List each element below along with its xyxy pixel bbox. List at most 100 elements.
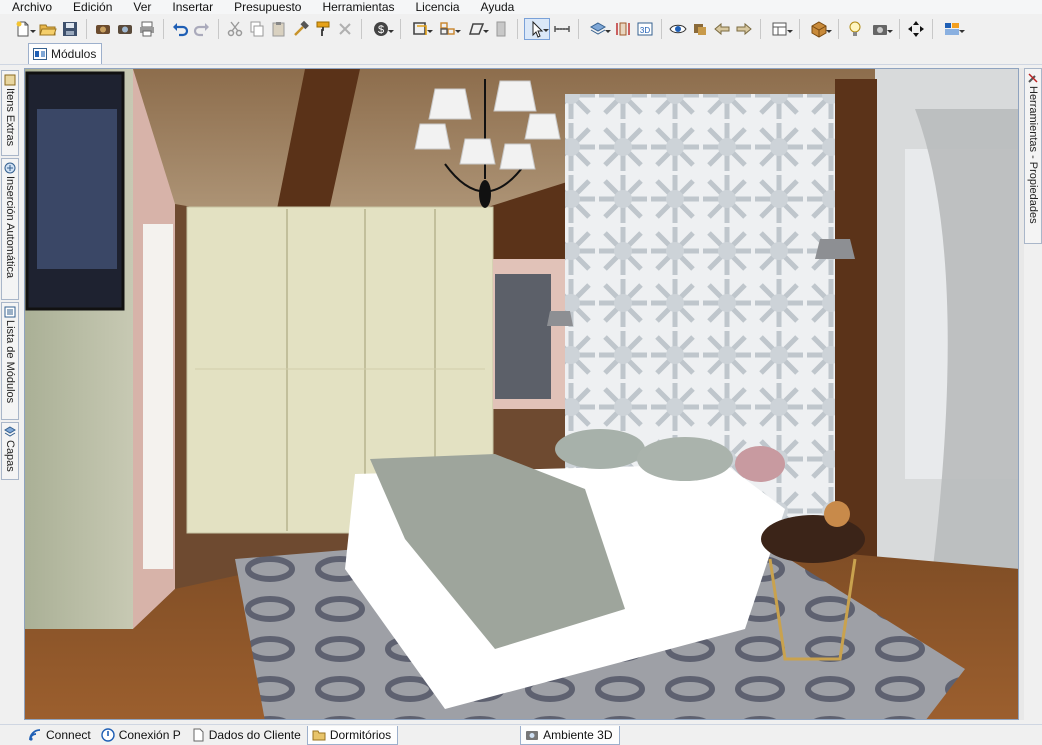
document-tab-bar: Módulos — [0, 43, 1042, 65]
svg-text:3D: 3D — [640, 26, 650, 35]
redo-icon[interactable] — [192, 18, 212, 40]
toolbar-separator — [838, 19, 839, 39]
auto-insert-icon — [4, 162, 16, 174]
left-dock-panel: Itens Extras Inserción Automática Lista … — [0, 68, 20, 482]
dock-tab-lista-de-modulos[interactable]: Lista de Módulos — [1, 302, 19, 420]
eye-icon[interactable] — [668, 18, 688, 40]
menu-bar: Archivo Edición Ver Insertar Presupuesto… — [0, 0, 1042, 14]
menu-edicion[interactable]: Edición — [61, 0, 121, 14]
menu-insertar[interactable]: Insertar — [160, 0, 222, 14]
light-bulb-icon[interactable] — [845, 18, 865, 40]
undo-icon[interactable] — [170, 18, 190, 40]
main-toolbar: $ 3D — [0, 15, 1042, 43]
wall-tool-icon[interactable] — [407, 18, 433, 40]
toolbar-separator — [361, 19, 362, 39]
toolbar-separator — [661, 19, 662, 39]
camera-paths-icon[interactable] — [690, 18, 710, 40]
cut-icon[interactable] — [225, 18, 245, 40]
menu-herramientas[interactable]: Herramientas — [310, 0, 403, 14]
tab-label: Dormitórios — [329, 727, 392, 742]
dock-tab-capas[interactable]: Capas — [1, 422, 19, 480]
select-cursor-icon[interactable] — [524, 18, 550, 40]
dock-tab-label: Lista de Módulos — [4, 320, 16, 404]
measure-icon[interactable] — [552, 18, 572, 40]
layers-icon — [4, 426, 16, 437]
door-icon[interactable] — [491, 18, 511, 40]
svg-text:$: $ — [378, 24, 384, 36]
dock-tab-label: Inserción Automática — [4, 176, 16, 279]
tab-connect[interactable]: Connect — [24, 726, 97, 745]
bedroom-render-image[interactable] — [25, 69, 1019, 720]
toolbar-separator — [218, 19, 219, 39]
paint-roller-icon[interactable] — [313, 18, 333, 40]
dock-tab-herramientas-propiedades[interactable]: Herramientas - Propiedades — [1024, 68, 1042, 244]
extras-icon — [4, 74, 16, 86]
menu-ver[interactable]: Ver — [121, 0, 160, 14]
folder-icon — [312, 730, 326, 740]
layers-icon[interactable] — [585, 18, 611, 40]
render-3d-icon — [526, 730, 539, 740]
menu-presupuesto[interactable]: Presupuesto — [222, 0, 310, 14]
tab-dados-do-cliente[interactable]: Dados do Cliente — [187, 726, 307, 745]
window-layout-icon[interactable] — [939, 18, 965, 40]
budget-icon[interactable]: $ — [368, 18, 394, 40]
move-icon[interactable] — [906, 18, 926, 40]
arrow-left-icon[interactable] — [712, 18, 732, 40]
bottom-tab-bar: Connect Conexión P Dados do Cliente Dorm… — [0, 724, 1042, 745]
open-folder-icon[interactable] — [38, 18, 58, 40]
camera-icon[interactable] — [867, 18, 893, 40]
toolbar-separator — [932, 19, 933, 39]
view-layout-icon[interactable] — [767, 18, 793, 40]
viewport-scroll-edge — [1019, 68, 1024, 720]
tab-conexion-p[interactable]: Conexión P — [97, 726, 187, 745]
tab-ambiente-3d[interactable]: Ambiente 3D — [520, 725, 620, 745]
menu-licencia[interactable]: Licencia — [404, 0, 469, 14]
document-icon — [193, 728, 204, 742]
tab-label: Ambiente 3D — [543, 727, 613, 742]
toolbar-separator — [799, 19, 800, 39]
modules-icon — [33, 48, 47, 60]
dimension-icon[interactable] — [613, 18, 633, 40]
toolbar-separator — [163, 19, 164, 39]
3d-viewport[interactable] — [24, 68, 1019, 720]
arrow-right-icon[interactable] — [734, 18, 754, 40]
paste-icon[interactable] — [269, 18, 289, 40]
save-icon[interactable] — [60, 18, 80, 40]
toolbar-separator — [517, 19, 518, 39]
render-icon[interactable] — [93, 18, 113, 40]
right-dock-panel: Herramientas - Propiedades — [1024, 68, 1042, 246]
delete-icon[interactable] — [335, 18, 355, 40]
application-window: Archivo Edición Ver Insertar Presupuesto… — [0, 0, 1042, 745]
toolbar-separator — [400, 19, 401, 39]
hammer-icon[interactable] — [291, 18, 311, 40]
tools-icon — [1028, 73, 1038, 83]
tab-modulos-label: Módulos — [51, 47, 97, 61]
menu-ayuda[interactable]: Ayuda — [469, 0, 524, 14]
dock-tab-label: Herramientas - Propiedades — [1027, 86, 1039, 224]
toolbar-separator — [899, 19, 900, 39]
render-settings-icon[interactable] — [115, 18, 135, 40]
tab-dormitorios[interactable]: Dormitórios — [306, 725, 399, 745]
tab-label: Connect — [46, 728, 91, 742]
dock-tab-itens-extras[interactable]: Itens Extras — [1, 70, 19, 156]
copy-icon[interactable] — [247, 18, 267, 40]
new-document-icon[interactable] — [10, 18, 36, 40]
menu-archivo[interactable]: Archivo — [0, 0, 61, 14]
toolbar-separator — [578, 19, 579, 39]
shape-icon[interactable] — [463, 18, 489, 40]
print-icon[interactable] — [137, 18, 157, 40]
connect-icon — [29, 729, 41, 741]
list-icon — [4, 306, 16, 318]
tab-modulos[interactable]: Módulos — [28, 43, 103, 64]
dock-tab-label: Capas — [4, 440, 16, 472]
view-3d-icon[interactable]: 3D — [635, 18, 655, 40]
dock-tab-label: Itens Extras — [4, 88, 16, 147]
toolbar-separator — [760, 19, 761, 39]
power-icon — [101, 728, 115, 742]
tab-label: Dados do Cliente — [208, 728, 301, 742]
dock-tab-insercion-automatica[interactable]: Inserción Automática — [1, 158, 19, 300]
tab-label: Conexión P — [118, 728, 181, 742]
toolbar-separator — [86, 19, 87, 39]
box-3d-icon[interactable] — [806, 18, 832, 40]
module-group-icon[interactable] — [435, 18, 461, 40]
